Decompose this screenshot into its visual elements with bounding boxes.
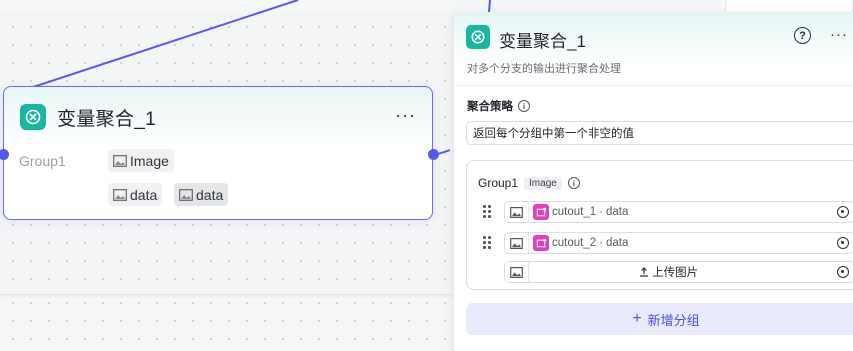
variable-separator: · <box>599 206 603 218</box>
group-variable-row: cutout_2 · data <box>482 232 853 254</box>
group-upload-row: 上传图片 <box>482 261 853 283</box>
variable-field-name: data <box>605 237 629 249</box>
node-settings-panel: 变量聚合_1 ? ··· 对多个分支的输出进行聚合处理 聚合策略 i 返回每个分… <box>453 12 853 351</box>
strategy-select[interactable]: 返回每个分组中第一个非空的值 <box>466 121 853 145</box>
node-input-tag-2: data <box>174 183 229 206</box>
panel-title[interactable]: 变量聚合_1 <box>499 27 586 52</box>
strategy-value: 返回每个分组中第一个非空的值 <box>473 128 634 140</box>
image-icon <box>505 202 529 222</box>
group-type-badge: Image <box>524 176 562 190</box>
node-title: 变量聚合_1 <box>57 109 156 130</box>
variable-reference: cutout_2 · data <box>533 235 628 251</box>
node-input-tag-1: data <box>108 183 163 206</box>
aggregate-icon <box>466 25 490 49</box>
variable-separator: · <box>599 237 603 249</box>
outgoing-edge-top <box>488 0 491 13</box>
variable-aggregate-node[interactable]: 变量聚合_1 ··· Group1 Image data data <box>3 86 433 220</box>
add-group-button[interactable]: + 新增分组 <box>466 303 853 335</box>
node-more-button[interactable]: ··· <box>395 105 416 126</box>
strategy-label-row: 聚合策略 i <box>467 98 530 114</box>
upload-label: 上传图片 <box>652 267 699 279</box>
image-icon <box>179 188 193 201</box>
add-group-label: 新增分组 <box>647 312 700 328</box>
panel-more-button[interactable]: ··· <box>830 26 848 43</box>
variable-source: cutout_2 <box>552 237 597 249</box>
node-input-label: data <box>196 186 224 203</box>
aggregate-icon <box>20 104 46 130</box>
plus-icon: + <box>632 310 642 327</box>
drag-handle-icon[interactable] <box>482 204 492 220</box>
cutout-node-icon <box>533 235 549 251</box>
node-group-label: Group1 <box>19 153 66 169</box>
node-input-label: data <box>130 186 158 203</box>
image-icon <box>505 233 529 253</box>
group-title-row: Group1 Image i <box>478 176 580 190</box>
node-output-label: Image <box>130 152 169 169</box>
node-output-tag: Image <box>108 149 174 172</box>
canvas-tab-edge <box>725 0 853 12</box>
help-icon[interactable]: ? <box>794 27 811 44</box>
variable-select-icon[interactable] <box>837 206 849 218</box>
image-icon <box>113 188 127 201</box>
variable-field[interactable]: cutout_2 · data <box>504 232 853 254</box>
variable-field-name: data <box>605 206 629 218</box>
drag-handle-icon[interactable] <box>482 235 492 251</box>
cutout-node-icon <box>533 204 549 220</box>
info-icon[interactable]: i <box>567 177 580 189</box>
node-output-port[interactable] <box>428 149 439 160</box>
group-card: Group1 Image i cutout_1 · data cutout_2 … <box>466 160 853 290</box>
variable-select-icon[interactable] <box>837 266 849 278</box>
group-variable-row: cutout_1 · data <box>482 201 853 223</box>
variable-source: cutout_1 <box>552 206 597 218</box>
group-name[interactable]: Group1 <box>478 176 518 190</box>
variable-select-icon[interactable] <box>837 237 849 249</box>
panel-description[interactable]: 对多个分支的输出进行聚合处理 <box>467 60 621 76</box>
upload-button[interactable]: 上传图片 <box>505 264 832 280</box>
variable-reference: cutout_1 · data <box>533 204 628 220</box>
panel-header: 变量聚合_1 ? ··· 对多个分支的输出进行聚合处理 <box>454 12 853 86</box>
image-icon <box>113 154 127 167</box>
info-icon[interactable]: i <box>518 100 530 112</box>
variable-field[interactable]: cutout_1 · data <box>504 201 853 223</box>
upload-field[interactable]: 上传图片 <box>504 261 853 283</box>
upload-icon <box>639 267 648 277</box>
strategy-label: 聚合策略 <box>467 101 513 113</box>
